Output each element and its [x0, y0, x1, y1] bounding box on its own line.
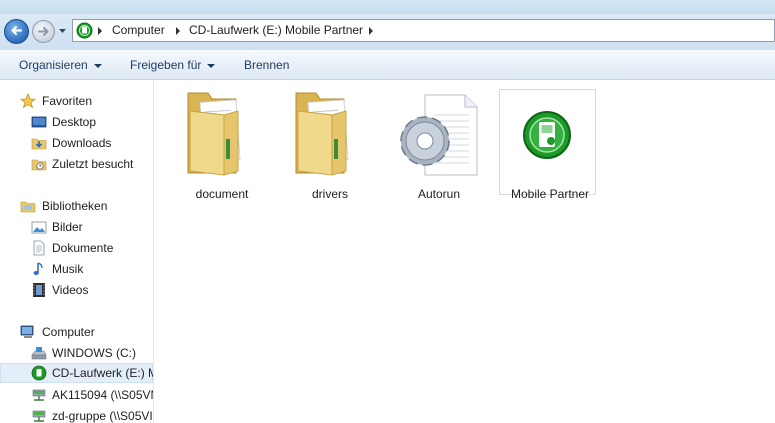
file-item-document[interactable]: document [172, 89, 272, 201]
organize-label: Organisieren [19, 58, 88, 72]
pictures-icon [31, 221, 47, 234]
back-button[interactable] [4, 19, 29, 44]
sidebar-item-desktop[interactable]: Desktop [0, 112, 153, 132]
file-name: Mobile Partner [510, 187, 590, 201]
mobile-partner-app-icon [523, 111, 571, 159]
network-drive-icon [32, 389, 46, 401]
forward-arrow-icon [38, 27, 49, 36]
burn-label: Brennen [244, 58, 290, 72]
sidebar-item-label: zd-gruppe (\\S05VI [52, 409, 153, 423]
folder-icon [187, 92, 241, 176]
breadcrumb-separator-icon[interactable] [176, 27, 180, 35]
file-item-mobile-partner[interactable]: Mobile Partner [499, 89, 596, 201]
sidebar-item-label: Downloads [52, 136, 112, 150]
sidebar-item-network-drive-zd[interactable]: zd-gruppe (\\S05VI [0, 406, 153, 423]
sidebar-header-label: Computer [42, 325, 95, 339]
hard-drive-icon [31, 347, 47, 360]
sidebar-item-label: Bilder [52, 220, 83, 234]
mobile-partner-app-icon [76, 22, 93, 39]
navigation-pane: Favoriten Desktop Downloads Zuletzt besu… [0, 80, 154, 423]
sidebar-item-downloads[interactable]: Downloads [0, 133, 153, 153]
file-name: drivers [311, 187, 348, 201]
computer-icon [20, 325, 34, 338]
share-with-menu-button[interactable]: Freigeben für [130, 58, 216, 72]
documents-icon [33, 240, 45, 256]
mobile-partner-app-icon [31, 365, 47, 381]
file-item-autorun[interactable]: Autorun [389, 89, 489, 201]
network-drive-icon [32, 410, 46, 422]
sidebar-item-recent[interactable]: Zuletzt besucht [0, 154, 153, 174]
address-bar[interactable]: Computer CD-Laufwerk (E:) Mobile Partner [72, 19, 775, 42]
settings-file-icon [400, 94, 478, 176]
breadcrumb-cd-drive[interactable]: CD-Laufwerk (E:) Mobile Partner [189, 23, 363, 37]
sidebar-header-computer[interactable]: Computer [0, 322, 153, 342]
sidebar-item-videos[interactable]: Videos [0, 280, 153, 300]
sidebar-item-label: WINDOWS (C:) [52, 346, 136, 360]
file-list: document drivers Autorun Mobile Partner [154, 80, 775, 423]
sidebar-item-label: Musik [52, 262, 84, 276]
sidebar-item-pictures[interactable]: Bilder [0, 217, 153, 237]
sidebar-header-label: Bibliotheken [42, 199, 108, 213]
sidebar-item-label: Dokumente [52, 241, 114, 255]
recent-pages-dropdown-icon[interactable] [58, 25, 67, 37]
desktop-icon [31, 116, 47, 128]
forward-button[interactable] [32, 20, 55, 43]
sidebar-item-label: Desktop [52, 115, 97, 129]
downloads-folder-icon [31, 138, 47, 150]
back-arrow-icon [11, 25, 23, 36]
chevron-down-icon [93, 63, 102, 68]
share-label: Freigeben für [130, 58, 202, 72]
sidebar-item-label: AK115094 (\\S05VM [52, 388, 154, 402]
sidebar-item-windows-drive[interactable]: WINDOWS (C:) [0, 343, 153, 363]
breadcrumb-computer[interactable]: Computer [112, 23, 165, 37]
music-note-icon [33, 262, 43, 275]
breadcrumb-separator-icon[interactable] [98, 27, 102, 35]
file-name: Autorun [417, 187, 461, 201]
star-icon [20, 93, 36, 109]
file-item-drivers[interactable]: drivers [280, 89, 380, 201]
sidebar-item-label: CD-Laufwerk (E:) M [52, 366, 154, 380]
sidebar-item-music[interactable]: Musik [0, 259, 153, 279]
burn-button[interactable]: Brennen [244, 58, 289, 72]
chevron-down-icon [207, 63, 216, 68]
recent-places-icon [31, 159, 47, 171]
address-row: Computer CD-Laufwerk (E:) Mobile Partner [0, 14, 775, 50]
sidebar-header-label: Favoriten [42, 94, 93, 108]
sidebar-item-network-drive-ak[interactable]: AK115094 (\\S05VM [0, 385, 153, 405]
sidebar-item-label: Videos [52, 283, 89, 297]
command-bar: Organisieren Freigeben für Brennen [0, 50, 775, 80]
sidebar-item-cd-drive[interactable]: CD-Laufwerk (E:) M [0, 363, 153, 383]
sidebar-header-libraries[interactable]: Bibliotheken [0, 196, 153, 216]
folder-icon [295, 92, 349, 176]
sidebar-item-label: Zuletzt besucht [52, 157, 134, 171]
file-name: document [195, 187, 249, 201]
libraries-icon [20, 201, 36, 213]
sidebar-item-documents[interactable]: Dokumente [0, 238, 153, 258]
organize-menu-button[interactable]: Organisieren [19, 58, 102, 72]
breadcrumb-separator-icon[interactable] [369, 27, 373, 35]
videos-film-icon [33, 283, 45, 297]
sidebar-header-favorites[interactable]: Favoriten [0, 91, 153, 111]
